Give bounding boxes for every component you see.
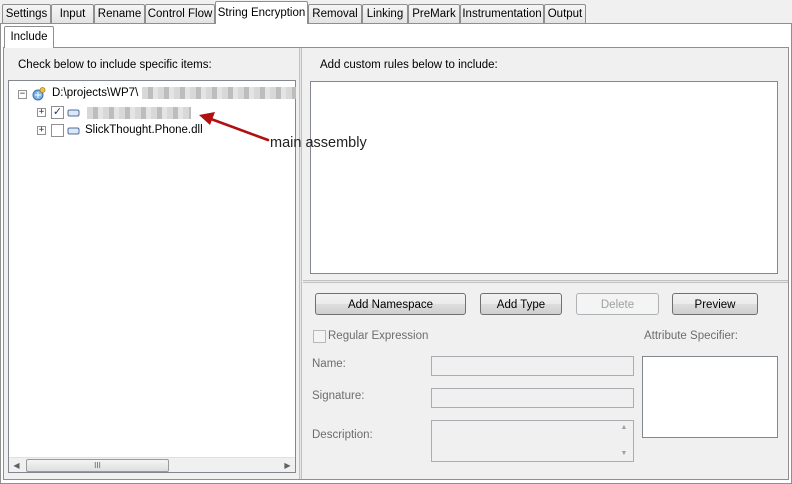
scroll-right-icon[interactable]: ▶ — [280, 458, 295, 473]
attribute-specifier-label: Attribute Specifier: — [644, 330, 738, 342]
tree-root-label[interactable]: D:\projects\WP7\ — [52, 85, 138, 101]
redacted-path — [142, 87, 296, 99]
tab-linking[interactable]: Linking — [362, 4, 408, 23]
signature-label: Signature: — [312, 390, 365, 402]
collapse-icon[interactable]: − — [18, 90, 27, 99]
vertical-splitter[interactable] — [299, 48, 302, 479]
tab-string-encryption[interactable]: String Encryption — [215, 1, 308, 24]
slickthought-checkbox[interactable] — [51, 124, 64, 137]
project-icon — [32, 87, 46, 101]
description-label: Description: — [312, 429, 373, 441]
main-assembly-checkbox[interactable]: ✓ — [51, 106, 64, 119]
description-scrollbar[interactable]: ▲ ▼ — [616, 422, 632, 460]
annotation-arrow-icon — [199, 112, 270, 142]
signature-field[interactable] — [431, 388, 634, 408]
assembly-icon — [67, 109, 80, 117]
right-panel-heading: Add custom rules below to include: — [320, 59, 498, 71]
scroll-left-icon[interactable]: ◀ — [9, 458, 24, 473]
attribute-specifier-box[interactable] — [642, 356, 778, 438]
scroll-down-icon[interactable]: ▼ — [616, 450, 632, 457]
slickthought-assembly-label[interactable]: SlickThought.Phone.dll — [85, 122, 203, 138]
scroll-thumb[interactable]: III — [26, 459, 169, 472]
name-label: Name: — [312, 358, 346, 370]
tab-removal[interactable]: Removal — [308, 4, 362, 23]
horizontal-splitter[interactable] — [303, 280, 788, 283]
tab-instrumentation[interactable]: Instrumentation — [460, 4, 544, 23]
tab-control-flow[interactable]: Control Flow — [145, 4, 215, 23]
tab-settings[interactable]: Settings — [2, 4, 51, 23]
name-field[interactable] — [431, 356, 634, 376]
tab-include[interactable]: Include — [4, 26, 54, 48]
expand-icon[interactable]: + — [37, 108, 46, 117]
assembly-icon — [67, 127, 80, 135]
redacted-assembly-name — [87, 107, 191, 119]
regex-label: Regular Expression — [328, 330, 429, 342]
expand-icon[interactable]: + — [37, 126, 46, 135]
preview-button[interactable]: Preview — [672, 293, 758, 315]
main-tab-strip: Settings Input Rename Control Flow Strin… — [0, 0, 792, 24]
tab-input[interactable]: Input — [51, 4, 94, 23]
scroll-up-icon[interactable]: ▲ — [616, 424, 632, 431]
regex-checkbox[interactable] — [313, 330, 326, 343]
description-field[interactable]: ▲ ▼ — [431, 420, 634, 462]
custom-rules-list[interactable] — [310, 81, 778, 274]
left-panel-heading: Check below to include specific items: — [18, 59, 212, 71]
add-namespace-button[interactable]: Add Namespace — [315, 293, 466, 315]
tab-premark[interactable]: PreMark — [408, 4, 460, 23]
add-type-button[interactable]: Add Type — [480, 293, 562, 315]
tree-horizontal-scrollbar[interactable]: ◀ III ▶ — [9, 457, 295, 472]
tab-output[interactable]: Output — [544, 4, 586, 23]
tab-rename[interactable]: Rename — [94, 4, 145, 23]
annotation-text: main assembly — [270, 135, 367, 151]
delete-button[interactable]: Delete — [576, 293, 659, 315]
